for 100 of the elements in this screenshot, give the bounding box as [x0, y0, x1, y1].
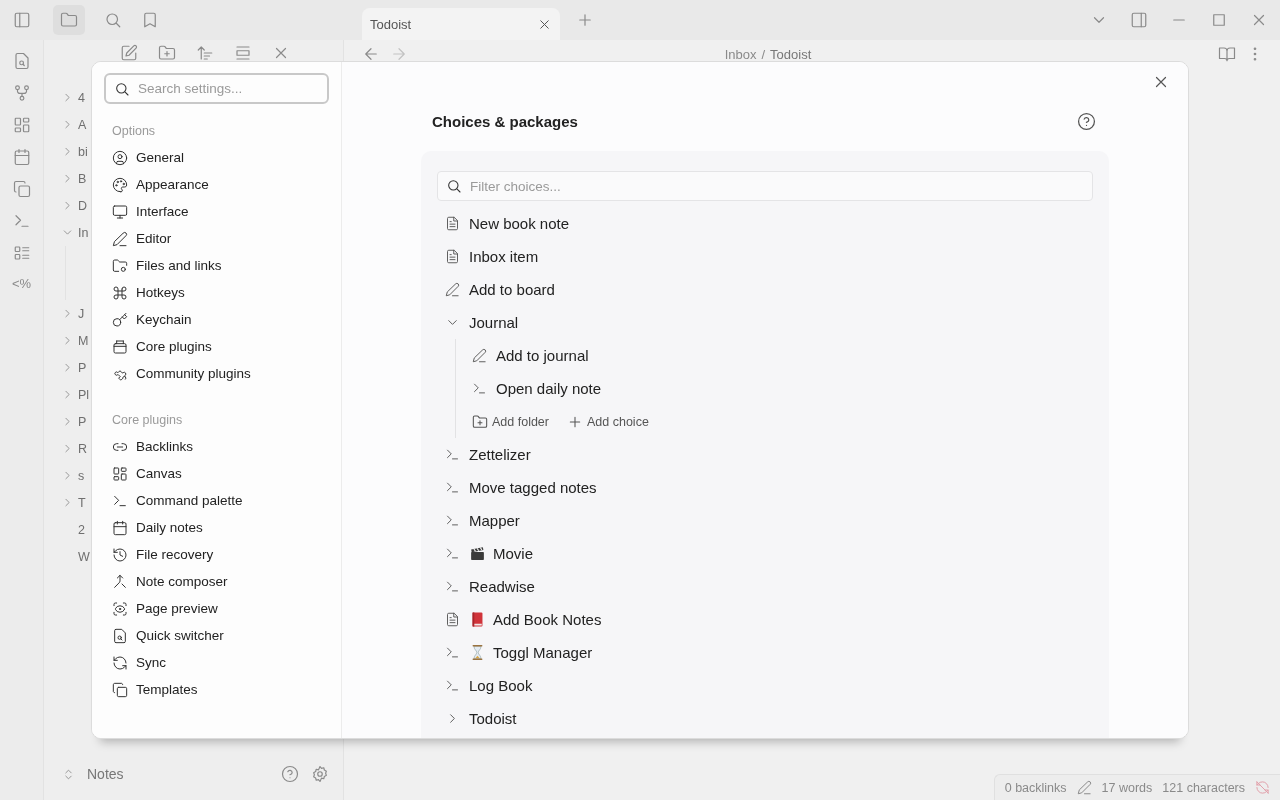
new-folder-icon[interactable] — [158, 44, 176, 62]
settings-nav-item[interactable]: Canvas — [112, 460, 329, 487]
settings-nav-item[interactable]: Hotkeys — [112, 279, 329, 306]
document-icon — [445, 249, 460, 264]
tree-item[interactable]: D — [78, 198, 88, 213]
choice-item[interactable]: Mapper — [437, 504, 1093, 537]
tree-item[interactable]: A — [78, 117, 87, 132]
choice-item[interactable]: Journal — [437, 306, 1093, 339]
files-tab[interactable] — [53, 5, 85, 35]
settings-nav-item[interactable]: Note composer — [112, 568, 329, 595]
section-heading: Core plugins — [112, 413, 184, 429]
settings-nav-item[interactable]: Quick switcher — [112, 622, 329, 649]
settings-nav-item[interactable]: Appearance — [112, 171, 329, 198]
choice-item[interactable]: Add Book Notes — [437, 603, 1093, 636]
plus-icon[interactable] — [576, 11, 594, 29]
file-search-icon — [112, 627, 128, 644]
search-icon — [446, 178, 462, 194]
choice-item[interactable]: New book note — [437, 207, 1093, 240]
tree-item[interactable]: R — [78, 441, 88, 456]
merge-icon — [112, 573, 128, 590]
book-icon[interactable] — [1218, 45, 1236, 63]
add-button[interactable]: Add folder — [470, 411, 551, 432]
pencil-icon — [445, 282, 460, 297]
tree-item[interactable]: 4 — [78, 90, 85, 105]
folder-icon[interactable] — [60, 11, 78, 29]
tree-item[interactable]: T — [78, 495, 86, 510]
tree-item[interactable]: P — [78, 414, 87, 429]
tree-item[interactable]: M — [78, 333, 89, 348]
settings-nav-item[interactable]: Page preview — [112, 595, 329, 622]
maximize-icon[interactable] — [1210, 11, 1228, 29]
settings-nav-item[interactable]: Command palette — [112, 487, 329, 514]
palette-icon — [112, 176, 128, 193]
command-icon — [112, 284, 128, 301]
graph-icon[interactable] — [12, 84, 31, 102]
tab[interactable]: Todoist — [362, 8, 560, 40]
tree-item[interactable]: s — [78, 468, 85, 483]
sidebar-toggle-icon[interactable] — [13, 11, 31, 29]
settings-nav-item[interactable]: Core plugins — [112, 333, 329, 360]
choice-item[interactable]: Move tagged notes — [437, 471, 1093, 504]
choice-item[interactable]: Todoist — [437, 702, 1093, 735]
choice-item[interactable]: Readwise — [437, 570, 1093, 603]
search-icon[interactable] — [104, 11, 122, 29]
monitor-icon — [112, 203, 128, 220]
terminal-icon — [445, 447, 460, 462]
choice-item[interactable]: Log Book — [437, 669, 1093, 702]
settings-nav-item[interactable]: Sync — [112, 649, 329, 676]
chevrons-up-down-icon[interactable] — [62, 767, 75, 781]
sync-off-icon[interactable] — [1255, 780, 1270, 795]
search-icon — [114, 80, 130, 97]
tree-item[interactable]: W — [78, 549, 90, 564]
grid-icon[interactable] — [12, 116, 31, 134]
calendar-icon[interactable] — [12, 148, 31, 166]
tree-item[interactable]: P — [78, 360, 87, 375]
tree-item[interactable]: J — [78, 306, 85, 321]
settings-icon[interactable] — [311, 765, 329, 783]
settings-nav-item[interactable]: General — [112, 144, 329, 171]
settings-nav-item[interactable]: Community plugins — [112, 360, 329, 387]
word-count: 17 words — [1101, 780, 1153, 795]
copy-icon[interactable] — [12, 180, 31, 198]
search-field[interactable]: Search settings... — [104, 73, 329, 104]
tree-item[interactable]: Pl — [78, 387, 90, 402]
choice-item[interactable]: Add to journal — [464, 339, 1093, 372]
add-button[interactable]: Add choice — [565, 411, 651, 432]
search-input[interactable]: Search settings... — [138, 75, 319, 102]
tree-item[interactable]: In — [78, 225, 89, 240]
file-search-icon[interactable] — [12, 52, 31, 70]
settings-nav-item[interactable]: Files and links — [112, 252, 329, 279]
choice-item[interactable]: Toggl Manager — [437, 636, 1093, 669]
choice-item[interactable]: Inbox item — [437, 240, 1093, 273]
settings-nav-item[interactable]: Daily notes — [112, 514, 329, 541]
vault-name[interactable]: Notes — [87, 766, 124, 782]
tree-item[interactable]: B — [78, 171, 87, 186]
box-icon — [112, 338, 128, 355]
new-note-icon[interactable] — [120, 44, 138, 62]
choice-item[interactable]: Movie — [437, 537, 1093, 570]
terminal-icon[interactable] — [12, 212, 31, 230]
tree-item[interactable]: bi — [78, 144, 88, 159]
settings-nav-item[interactable]: Backlinks — [112, 433, 329, 460]
help-icon[interactable] — [1077, 112, 1096, 131]
key-icon — [112, 311, 128, 328]
user-circle-icon — [112, 149, 128, 166]
list-icon[interactable] — [12, 244, 31, 262]
sort-icon[interactable] — [196, 44, 214, 62]
terminal-icon — [445, 678, 460, 693]
character-count: 121 characters — [1162, 780, 1245, 795]
settings-nav-item[interactable]: Editor — [112, 225, 329, 252]
choice-item[interactable]: Add to board — [437, 273, 1093, 306]
settings-nav-item[interactable]: Interface — [112, 198, 329, 225]
collapse-icon[interactable] — [234, 44, 252, 62]
back-arrow-icon[interactable] — [362, 45, 380, 63]
settings-nav-item[interactable]: Keychain — [112, 306, 329, 333]
settings-nav-item[interactable]: Templates — [112, 676, 329, 703]
bookmark-icon[interactable] — [141, 11, 159, 29]
forward-arrow-icon[interactable] — [390, 45, 408, 63]
sidebar-toggle-icon[interactable] — [1130, 11, 1148, 29]
choice-item[interactable]: Open daily note — [464, 372, 1093, 405]
choice-item[interactable]: Zettelizer — [437, 438, 1093, 471]
tree-item[interactable]: 2 — [78, 522, 85, 537]
settings-nav-item[interactable]: File recovery — [112, 541, 329, 568]
pencil-icon[interactable] — [1076, 780, 1092, 795]
